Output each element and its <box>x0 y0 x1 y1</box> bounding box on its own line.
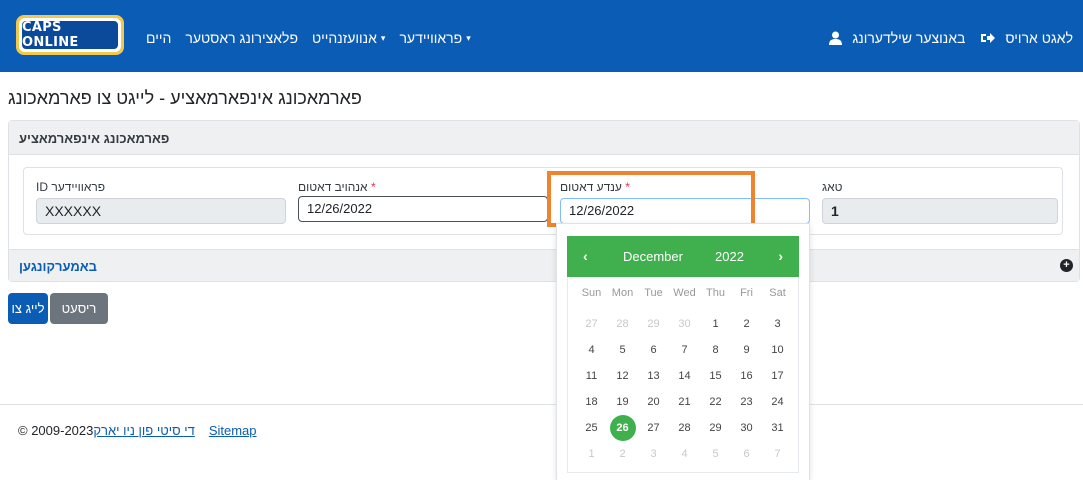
nav-links: היים פלאצירונג ראסטער אנוועזנהייט ▾ פראוו… <box>146 30 471 46</box>
weekday-header: Sun <box>581 287 602 299</box>
next-month-icon[interactable]: › <box>778 248 783 264</box>
calendar-day[interactable]: 6 <box>731 441 762 467</box>
sitemap-link[interactable]: Sitemap <box>209 423 257 438</box>
prev-month-icon[interactable]: ‹ <box>583 248 588 264</box>
calendar-day[interactable]: 4 <box>576 337 607 363</box>
calendar-day-selected[interactable]: 26 <box>607 415 638 441</box>
datepicker-grid: Sun Mon Tue Wed Thu Fri Sat 27 28 29 30 1 2 3 4 5 6 7 8 9 10… <box>576 285 793 467</box>
provider-id-field: XXXXXX <box>36 198 286 224</box>
calendar-day[interactable]: 28 <box>607 311 638 337</box>
weekday-header: Tue <box>644 287 663 299</box>
calendar-day[interactable]: 29 <box>638 311 669 337</box>
datepicker-month[interactable]: December <box>623 249 683 264</box>
logo-text: CAPS ONLINE <box>22 20 118 50</box>
calendar-day[interactable]: 7 <box>762 441 793 467</box>
add-button[interactable]: לייג צו <box>8 293 48 324</box>
start-date-input[interactable]: 12/26/2022 <box>298 196 548 222</box>
weekday-header: Fri <box>740 287 753 299</box>
day-field: 1 <box>822 198 1058 224</box>
day-label: טאג <box>822 180 843 194</box>
calendar-day[interactable]: 23 <box>731 389 762 415</box>
calendar-day[interactable]: 2 <box>607 441 638 467</box>
nav-link-placement-roster[interactable]: פלאצירונג ראסטער <box>185 30 298 46</box>
nyc-link[interactable]: די סיטי פון ניו יארק <box>93 423 194 438</box>
caps-online-logo[interactable]: CAPS ONLINE <box>16 15 124 55</box>
calendar-day[interactable]: 10 <box>762 337 793 363</box>
nav-link-home[interactable]: היים <box>146 30 171 46</box>
user-icon <box>829 31 843 45</box>
calendar-day[interactable]: 6 <box>638 337 669 363</box>
nav-link-provider[interactable]: פראוויידער ▾ <box>399 30 470 46</box>
weekday-header: Mon <box>611 287 634 299</box>
calendar-day[interactable]: 21 <box>669 389 700 415</box>
reset-button[interactable]: ריסעט <box>50 293 108 324</box>
calendar-day[interactable]: 12 <box>607 363 638 389</box>
calendar-day[interactable]: 3 <box>638 441 669 467</box>
calendar-day[interactable]: 9 <box>731 337 762 363</box>
calendar-day[interactable]: 11 <box>576 363 607 389</box>
calendar-day[interactable]: 27 <box>576 311 607 337</box>
calendar-day[interactable]: 30 <box>731 415 762 441</box>
fields-panel: ID פראוויידער XXXXXX אנהויב דאטום * 12/2… <box>23 167 1063 235</box>
calendar-day[interactable]: 22 <box>700 389 731 415</box>
calendar-day[interactable]: 5 <box>607 337 638 363</box>
calendar-day[interactable]: 31 <box>762 415 793 441</box>
calendar-day[interactable]: 4 <box>669 441 700 467</box>
calendar-day[interactable]: 16 <box>731 363 762 389</box>
calendar-day[interactable]: 1 <box>576 441 607 467</box>
copyright-text: © 2009-2023די סיטי פון ניו יארק <box>18 423 195 438</box>
logout-link[interactable]: לאגט ארויס <box>1005 30 1073 46</box>
datepicker-year[interactable]: 2022 <box>715 249 744 264</box>
notes-collapse-label: באמערקונגען <box>19 259 97 274</box>
calendar-day[interactable]: 27 <box>638 415 669 441</box>
calendar-day[interactable]: 15 <box>700 363 731 389</box>
datepicker-body: Sun Mon Tue Wed Thu Fri Sat 27 28 29 30 1 2 3 4 5 6 7 8 9 10… <box>567 277 799 473</box>
calendar-day[interactable]: 8 <box>700 337 731 363</box>
calendar-day[interactable]: 14 <box>669 363 700 389</box>
top-navbar: CAPS ONLINE היים פלאצירונג ראסטער אנוועז… <box>0 0 1083 72</box>
nav-link-attendance[interactable]: אנוועזנהייט ▾ <box>312 30 385 46</box>
calendar-day[interactable]: 24 <box>762 389 793 415</box>
calendar-day[interactable]: 30 <box>669 311 700 337</box>
footer: © 2009-2023די סיטי פון ניו יארק Sitemap <box>18 423 257 438</box>
plus-circle-icon[interactable]: + <box>1060 259 1073 272</box>
calendar-day[interactable]: 18 <box>576 389 607 415</box>
weekday-header: Thu <box>706 287 725 299</box>
calendar-day[interactable]: 17 <box>762 363 793 389</box>
calendar-day[interactable]: 20 <box>638 389 669 415</box>
calendar-day[interactable]: 1 <box>700 311 731 337</box>
weekday-header: Wed <box>673 287 696 299</box>
chevron-down-icon: ▾ <box>466 32 471 43</box>
highlight-box <box>547 171 755 227</box>
datepicker-header: ‹ December 2022 › <box>567 236 799 277</box>
calendar-day[interactable]: 5 <box>700 441 731 467</box>
provider-id-label: ID פראוויידער <box>36 180 106 194</box>
datepicker-popup: ‹ December 2022 › Sun Mon Tue Wed Thu Fri Sat 2… <box>556 223 810 480</box>
calendar-day[interactable]: 13 <box>638 363 669 389</box>
sign-out-icon <box>981 33 996 43</box>
calendar-day[interactable]: 3 <box>762 311 793 337</box>
user-profile-link[interactable]: באנוצער שילדערונג <box>852 30 965 46</box>
notes-collapse-bar[interactable]: באמערקונגען + <box>9 249 1079 281</box>
calendar-day[interactable]: 2 <box>731 311 762 337</box>
page-title: פארמאכונג אינפארמאציע - לייגט צו פארמאכו… <box>8 88 362 108</box>
chevron-down-icon: ▾ <box>380 32 386 43</box>
footer-divider <box>0 404 1083 405</box>
weekday-header: Sat <box>769 287 786 299</box>
calendar-day[interactable]: 28 <box>669 415 700 441</box>
calendar-day[interactable]: 29 <box>700 415 731 441</box>
card-header: פארמאכונג אינפארמאציע <box>9 121 1079 155</box>
calendar-day[interactable]: 19 <box>607 389 638 415</box>
closure-info-card: פארמאכונג אינפארמאציע ID פראוויידער XXXX… <box>8 120 1080 282</box>
nav-right: באנוצער שילדערונג לאגט ארויס <box>829 30 1073 46</box>
calendar-day[interactable]: 25 <box>576 415 607 441</box>
calendar-day[interactable]: 7 <box>669 337 700 363</box>
start-date-label: אנהויב דאטום * <box>298 180 376 194</box>
